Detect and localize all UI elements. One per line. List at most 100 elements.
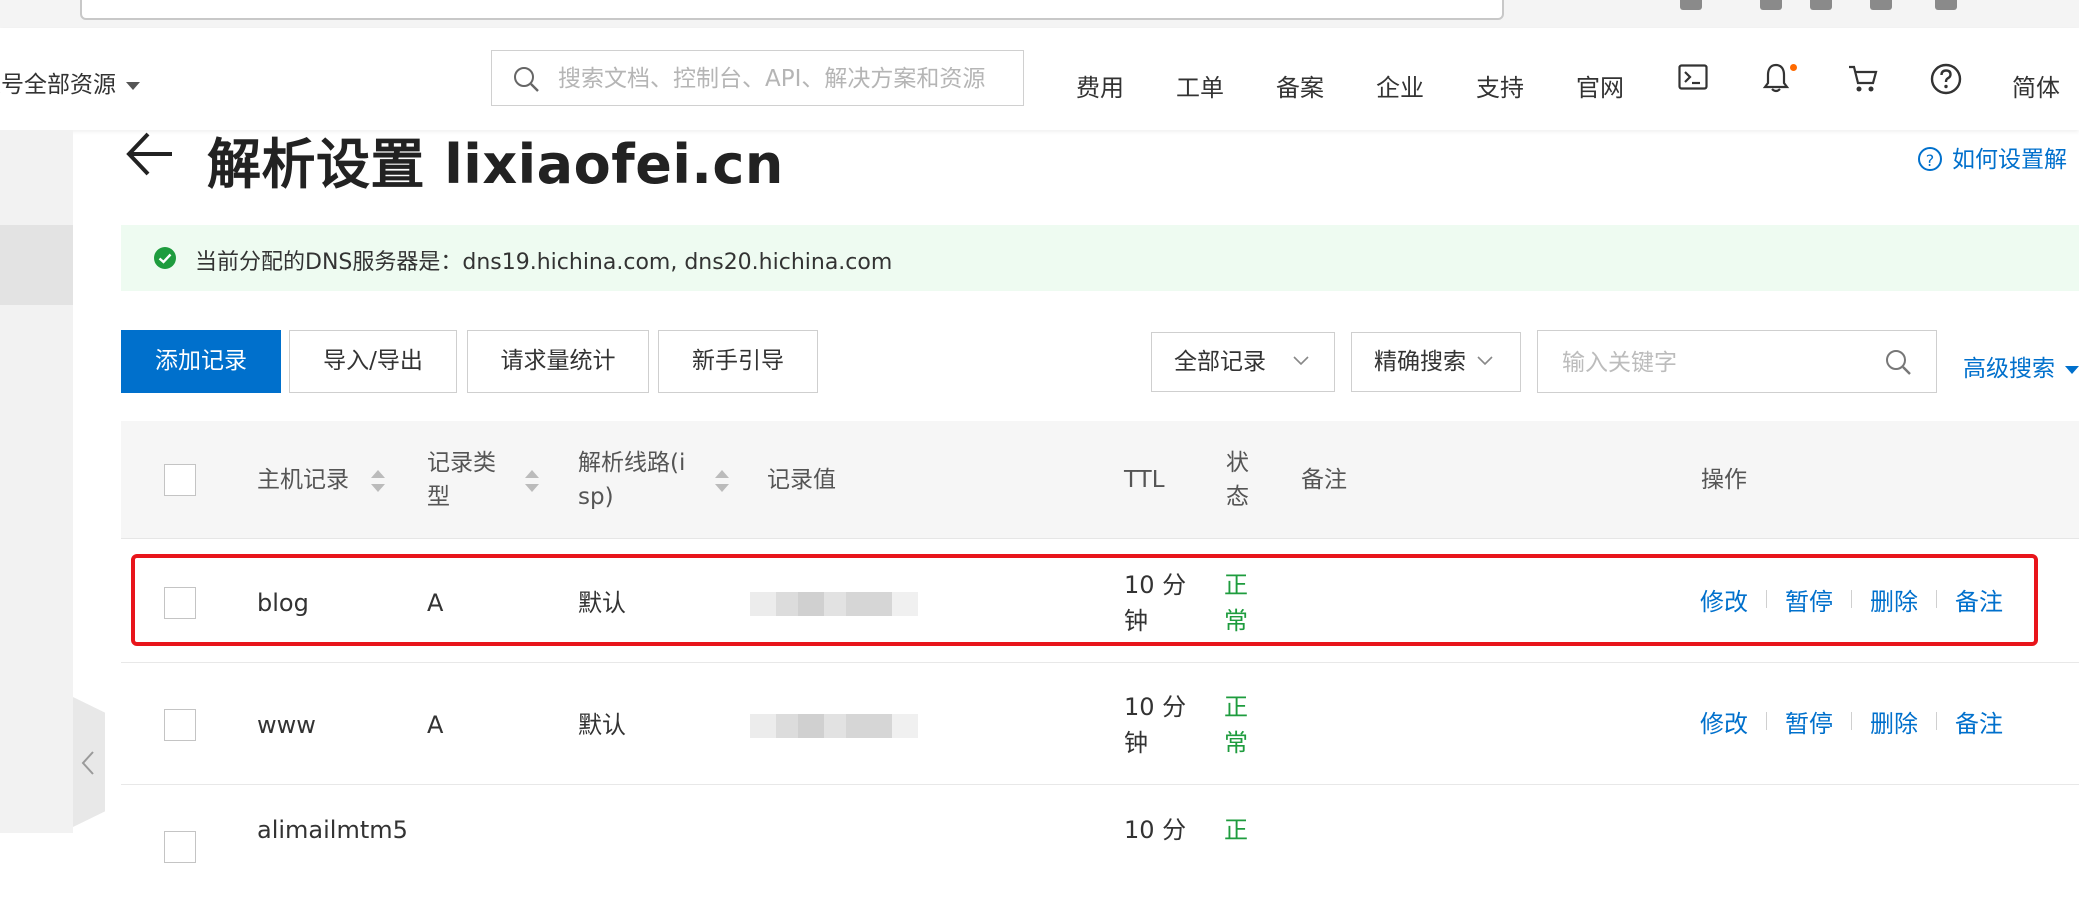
- modify-link[interactable]: 修改: [1700, 710, 1748, 738]
- table-row: blog A 默认 10 分 钟 正 常 修改 暂停 删除 备注: [121, 541, 2079, 663]
- column-header-remark: 备注: [1301, 467, 1347, 493]
- check-circle-icon: [154, 247, 176, 269]
- caret-down-icon: [2065, 365, 2079, 374]
- search-mode-value: 精确搜索: [1374, 349, 1466, 375]
- search-icon[interactable]: [1884, 348, 1912, 376]
- terminal-icon[interactable]: [1678, 64, 1708, 90]
- sort-icon[interactable]: [370, 469, 386, 493]
- sidebar-active-item[interactable]: [0, 225, 73, 305]
- cell-status-line1: 正: [1224, 816, 1248, 844]
- pause-link[interactable]: 暂停: [1785, 588, 1833, 616]
- row-checkbox[interactable]: [164, 709, 196, 741]
- remark-link[interactable]: 备注: [1955, 588, 2003, 616]
- chevron-down-icon: [1293, 356, 1309, 366]
- cell-ttl-line1: 10 分: [1124, 571, 1187, 599]
- cell-status-line1: 正: [1224, 571, 1248, 599]
- beginner-guide-button[interactable]: 新手引导: [658, 330, 818, 393]
- divider: [1851, 590, 1852, 608]
- cell-host: www: [257, 711, 316, 739]
- cart-icon[interactable]: [1847, 64, 1879, 94]
- account-switch-label: 账号全部资源: [0, 72, 116, 98]
- bell-icon[interactable]: [1762, 62, 1790, 94]
- column-header-host[interactable]: 主机记录: [257, 463, 349, 497]
- divider: [1851, 712, 1852, 730]
- nav-enterprise[interactable]: 企业: [1376, 68, 1424, 103]
- cell-host: blog: [257, 589, 309, 617]
- record-filter-value: 全部记录: [1174, 349, 1266, 375]
- cell-host: alimailmtm5: [257, 816, 408, 844]
- caret-down-icon: [126, 81, 140, 90]
- divider: [1766, 712, 1767, 730]
- back-arrow-icon[interactable]: [124, 128, 176, 180]
- row-checkbox[interactable]: [164, 831, 196, 863]
- sort-icon[interactable]: [714, 469, 730, 493]
- help-link-label: 如何设置解: [1952, 147, 2067, 173]
- account-resource-switch[interactable]: 账号全部资源: [0, 65, 140, 99]
- sort-icon[interactable]: [524, 469, 540, 493]
- keyword-search[interactable]: [1537, 330, 1937, 393]
- table-row: alimailmtm5 10 分 正: [121, 785, 2079, 907]
- sidebar-collapse-handle[interactable]: [73, 697, 105, 827]
- nav-billing[interactable]: 费用: [1076, 68, 1124, 103]
- cell-ttl-line1: 10 分: [1124, 816, 1187, 844]
- divider: [1766, 590, 1767, 608]
- chevron-left-icon: [81, 751, 94, 775]
- browser-icon[interactable]: [1680, 0, 1702, 10]
- how-to-configure-link[interactable]: ? 如何设置解: [1918, 140, 2067, 174]
- remark-link[interactable]: 备注: [1955, 710, 2003, 738]
- column-header-value: 记录值: [767, 467, 836, 493]
- column-header-status-line2: 态: [1226, 484, 1249, 510]
- cell-status-line2: 常: [1224, 729, 1248, 757]
- table-row: www A 默认 10 分 钟 正 常 修改 暂停 删除 备注: [121, 663, 2079, 785]
- modify-link[interactable]: 修改: [1700, 588, 1748, 616]
- help-icon[interactable]: [1930, 63, 1962, 95]
- browser-icon[interactable]: [1810, 0, 1832, 10]
- nav-support[interactable]: 支持: [1476, 68, 1524, 103]
- browser-icon[interactable]: [1870, 0, 1892, 10]
- console-topbar: 账号全部资源 费用 工单 备案 企业 支持 官网 简体: [0, 28, 2079, 130]
- cell-ttl-line1: 10 分: [1124, 693, 1187, 721]
- browser-icon[interactable]: [1935, 0, 1957, 10]
- question-circle-icon: ?: [1918, 147, 1942, 171]
- browser-icon[interactable]: [1760, 0, 1782, 10]
- delete-link[interactable]: 删除: [1870, 588, 1918, 616]
- notification-dot: [1790, 64, 1797, 71]
- address-bar[interactable]: [80, 0, 1504, 20]
- select-all-checkbox[interactable]: [164, 464, 196, 496]
- row-actions: 修改 暂停 删除 备注: [1700, 582, 2003, 617]
- keyword-input[interactable]: [1560, 345, 1864, 381]
- row-actions: 修改 暂停 删除 备注: [1700, 704, 2003, 739]
- column-header-line-line2: sp): [578, 484, 614, 510]
- global-search-input[interactable]: [556, 61, 1010, 97]
- cell-type: A: [427, 589, 444, 617]
- column-header-actions: 操作: [1701, 467, 1747, 493]
- divider: [1936, 590, 1937, 608]
- dns-server-notice: 当前分配的DNS服务器是：dns19.hichina.com, dns20.hi…: [121, 225, 2079, 291]
- record-filter-select[interactable]: 全部记录: [1151, 332, 1335, 392]
- row-checkbox[interactable]: [164, 587, 196, 619]
- language-switch[interactable]: 简体: [2012, 68, 2060, 103]
- nav-tickets[interactable]: 工单: [1176, 68, 1224, 103]
- column-header-type-line1: 记录类: [427, 450, 496, 476]
- nav-official-site[interactable]: 官网: [1576, 68, 1624, 103]
- column-header-status-line1: 状: [1226, 450, 1249, 476]
- global-search[interactable]: [491, 50, 1024, 106]
- advanced-search-label: 高级搜索: [1963, 356, 2055, 382]
- masked-record-value: [750, 714, 918, 738]
- column-header-type-line2: 型: [427, 484, 450, 510]
- search-mode-select[interactable]: 精确搜索: [1351, 332, 1521, 392]
- records-table-header: 主机记录 记录类 型 解析线路(i sp) 记录值 TTL 状 态 备注 操作: [121, 421, 2079, 539]
- cell-status-line1: 正: [1224, 693, 1248, 721]
- column-header-line-line1: 解析线路(i: [578, 450, 686, 476]
- import-export-button[interactable]: 导入/导出: [289, 330, 457, 393]
- request-stats-button[interactable]: 请求量统计: [467, 330, 649, 393]
- add-record-button[interactable]: 添加记录: [121, 330, 281, 393]
- advanced-search-toggle[interactable]: 高级搜索: [1963, 349, 2079, 383]
- cell-ttl-line2: 钟: [1124, 729, 1148, 757]
- nav-icp-filing[interactable]: 备案: [1276, 68, 1324, 103]
- delete-link[interactable]: 删除: [1870, 710, 1918, 738]
- masked-record-value: [750, 592, 918, 616]
- page-title: 解析设置 lixiaofei.cn: [207, 133, 784, 196]
- pause-link[interactable]: 暂停: [1785, 710, 1833, 738]
- cell-ttl-line2: 钟: [1124, 607, 1148, 635]
